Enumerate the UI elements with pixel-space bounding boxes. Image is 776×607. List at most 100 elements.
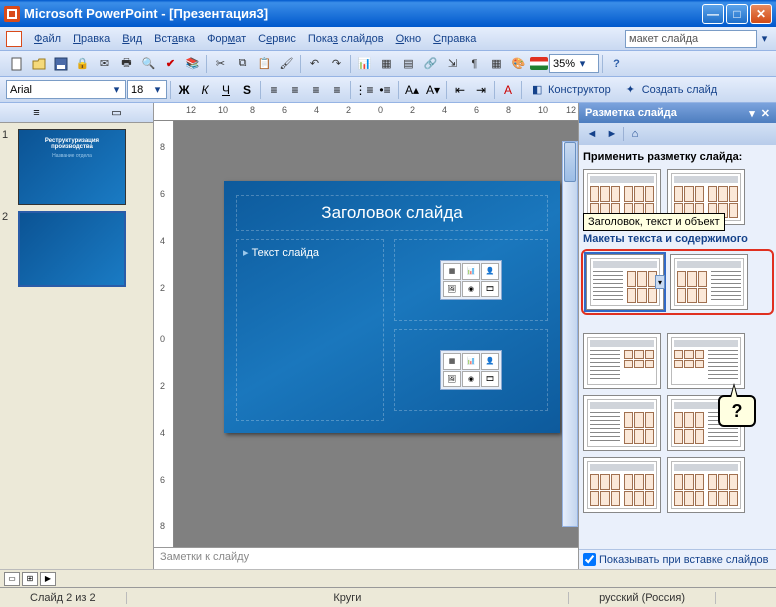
help-icon[interactable]: ? bbox=[606, 53, 627, 74]
color-icon[interactable]: 🎨 bbox=[508, 53, 529, 74]
format-painter-icon[interactable]: 🖌 bbox=[276, 53, 297, 74]
slideshow-view-button[interactable]: ▶ bbox=[40, 572, 56, 586]
tables-borders-icon[interactable]: ▤ bbox=[398, 53, 419, 74]
outline-tab[interactable]: ≡ bbox=[12, 105, 62, 121]
undo-icon[interactable]: ↶ bbox=[304, 53, 325, 74]
layout-option[interactable] bbox=[667, 457, 745, 513]
slide-editor[interactable]: Заголовок слайда Текст слайда ▦ 📊 👤 🖼 ◉ … bbox=[174, 121, 578, 547]
layout-option[interactable] bbox=[667, 333, 745, 389]
normal-view-button[interactable]: ▭ bbox=[4, 572, 20, 586]
italic-button[interactable]: К bbox=[195, 80, 215, 100]
chevron-down-icon[interactable]: ▾ bbox=[152, 83, 163, 96]
insert-clipart-icon[interactable]: 👤 bbox=[481, 263, 499, 280]
minimize-button[interactable]: — bbox=[702, 4, 724, 24]
decrease-indent-button[interactable]: ⇤ bbox=[450, 80, 470, 100]
content-placeholder-2[interactable]: ▦ 📊 👤 🖼 ◉ 🎞 bbox=[394, 329, 548, 411]
layout-option[interactable] bbox=[583, 395, 661, 451]
close-button[interactable]: ✕ bbox=[750, 4, 772, 24]
table-icon[interactable]: ▦ bbox=[376, 53, 397, 74]
redo-icon[interactable]: ↷ bbox=[326, 53, 347, 74]
chevron-down-icon[interactable]: ▾ bbox=[577, 57, 588, 70]
open-icon[interactable] bbox=[28, 53, 49, 74]
back-icon[interactable]: ◄ bbox=[583, 125, 601, 143]
research-icon[interactable]: 📚 bbox=[182, 53, 203, 74]
menu-view[interactable]: Вид bbox=[116, 31, 148, 47]
menu-window[interactable]: Окно bbox=[390, 31, 428, 47]
font-color-button[interactable]: A bbox=[498, 80, 518, 100]
notes-pane[interactable]: Заметки к слайду bbox=[154, 547, 578, 569]
print-icon[interactable]: 🖶 bbox=[116, 53, 137, 74]
insert-diagram-icon[interactable]: ◉ bbox=[462, 281, 480, 298]
title-placeholder[interactable]: Заголовок слайда bbox=[236, 195, 548, 231]
insert-chart-icon[interactable]: 📊 bbox=[462, 353, 480, 370]
insert-diagram-icon[interactable]: ◉ bbox=[462, 371, 480, 388]
insert-clipart-icon[interactable]: 👤 bbox=[481, 353, 499, 370]
bold-button[interactable]: Ж bbox=[174, 80, 194, 100]
body-placeholder[interactable]: Текст слайда bbox=[236, 239, 384, 421]
content-icons[interactable]: ▦ 📊 👤 🖼 ◉ 🎞 bbox=[440, 260, 502, 300]
menu-slideshow[interactable]: Показ слайдов bbox=[302, 31, 390, 47]
flag-icon[interactable] bbox=[530, 57, 548, 70]
show-formatting-icon[interactable]: ¶ bbox=[464, 53, 485, 74]
document-icon[interactable] bbox=[6, 31, 22, 47]
menu-edit[interactable]: Правка bbox=[67, 31, 116, 47]
align-right-button[interactable]: ≡ bbox=[306, 80, 326, 100]
insert-table-icon[interactable]: ▦ bbox=[443, 353, 461, 370]
home-icon[interactable]: ⌂ bbox=[626, 125, 644, 143]
insert-media-icon[interactable]: 🎞 bbox=[481, 371, 499, 388]
align-left-button[interactable]: ≡ bbox=[264, 80, 284, 100]
layout-dropdown-icon[interactable]: ▾ bbox=[655, 275, 665, 289]
layout-option[interactable] bbox=[670, 254, 748, 310]
underline-button[interactable]: Ч bbox=[216, 80, 236, 100]
chevron-down-icon[interactable]: ▾ bbox=[111, 83, 122, 96]
shadow-button[interactable]: S bbox=[237, 80, 257, 100]
menu-insert[interactable]: Вставка bbox=[148, 31, 201, 47]
expand-icon[interactable]: ⇲ bbox=[442, 53, 463, 74]
content-placeholder-1[interactable]: ▦ 📊 👤 🖼 ◉ 🎞 bbox=[394, 239, 548, 321]
paste-icon[interactable]: 📋 bbox=[254, 53, 275, 74]
slide[interactable]: Заголовок слайда Текст слайда ▦ 📊 👤 🖼 ◉ … bbox=[224, 181, 560, 433]
align-center-button[interactable]: ≡ bbox=[285, 80, 305, 100]
designer-button[interactable]: ◧Конструктор bbox=[525, 79, 618, 100]
font-combo[interactable]: Arial▾ bbox=[6, 80, 126, 99]
help-balloon[interactable]: ? bbox=[718, 395, 756, 427]
task-pane-menu-icon[interactable]: ▾ bbox=[749, 107, 755, 120]
slide-thumb-2[interactable]: 2 bbox=[2, 211, 151, 287]
insert-picture-icon[interactable]: 🖼 bbox=[443, 281, 461, 298]
copy-icon[interactable]: ⧉ bbox=[232, 53, 253, 74]
email-icon[interactable]: ✉ bbox=[94, 53, 115, 74]
new-icon[interactable] bbox=[6, 53, 27, 74]
new-slide-button[interactable]: ✦Создать слайд bbox=[619, 79, 724, 100]
maximize-button[interactable]: □ bbox=[726, 4, 748, 24]
slides-tab[interactable]: ▭ bbox=[92, 105, 142, 121]
sorter-view-button[interactable]: ⊞ bbox=[22, 572, 38, 586]
menu-tools[interactable]: Сервис bbox=[252, 31, 302, 47]
layout-option-selected[interactable]: ▾ bbox=[586, 254, 664, 310]
zoom-combo[interactable]: 35%▾ bbox=[549, 54, 599, 73]
permission-icon[interactable]: 🔒 bbox=[72, 53, 93, 74]
spelling-icon[interactable]: ✔ bbox=[160, 53, 181, 74]
content-icons[interactable]: ▦ 📊 👤 🖼 ◉ 🎞 bbox=[440, 350, 502, 390]
insert-picture-icon[interactable]: 🖼 bbox=[443, 371, 461, 388]
decrease-font-button[interactable]: A▾ bbox=[423, 80, 443, 100]
preview-icon[interactable]: 🔍 bbox=[138, 53, 159, 74]
insert-table-icon[interactable]: ▦ bbox=[443, 263, 461, 280]
cut-icon[interactable]: ✂ bbox=[210, 53, 231, 74]
forward-icon[interactable]: ► bbox=[603, 125, 621, 143]
grid-icon[interactable]: ▦ bbox=[486, 53, 507, 74]
align-justify-button[interactable]: ≡ bbox=[327, 80, 347, 100]
layout-option[interactable] bbox=[583, 333, 661, 389]
menu-help[interactable]: Справка bbox=[427, 31, 482, 47]
font-size-combo[interactable]: 18▾ bbox=[127, 80, 167, 99]
task-pane-close-icon[interactable]: ✕ bbox=[761, 107, 770, 120]
increase-indent-button[interactable]: ⇥ bbox=[471, 80, 491, 100]
insert-media-icon[interactable]: 🎞 bbox=[481, 281, 499, 298]
layout-option[interactable] bbox=[583, 457, 661, 513]
show-on-insert-checkbox[interactable] bbox=[583, 553, 596, 566]
slide-thumb-1[interactable]: 1 Реструктуризация производства Название… bbox=[2, 129, 151, 205]
numbering-button[interactable]: ⋮≡ bbox=[354, 80, 374, 100]
bullets-button[interactable]: •≡ bbox=[375, 80, 395, 100]
hyperlink-icon[interactable]: 🔗 bbox=[420, 53, 441, 74]
save-icon[interactable] bbox=[50, 53, 71, 74]
help-search-input[interactable] bbox=[625, 30, 757, 48]
